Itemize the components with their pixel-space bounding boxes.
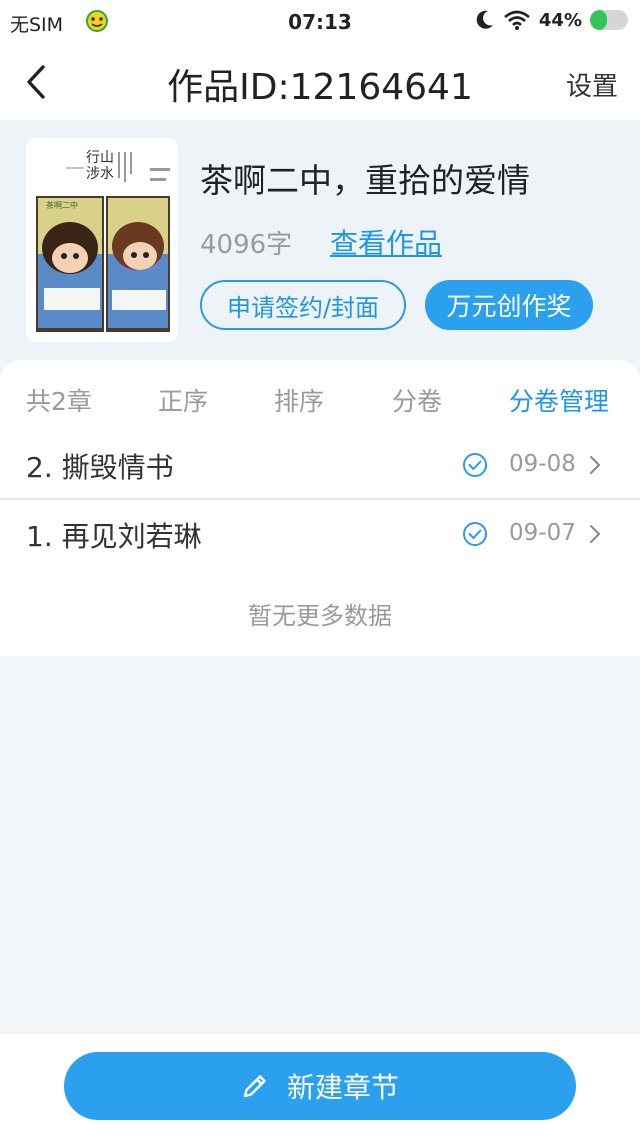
- chapter-row[interactable]: 1. 再见刘若琳 09-07: [0, 501, 640, 567]
- status-icons: 44%: [475, 9, 628, 31]
- chapter-panel: 共2章 正序 排序 分卷 分卷管理 2. 撕毁情书 09-08 1. 再见刘若琳…: [0, 360, 640, 656]
- pencil-icon: [243, 1075, 266, 1098]
- chapter-title: 1. 再见刘若琳: [26, 520, 202, 553]
- row-divider: [0, 498, 640, 500]
- chapter-date: 09-07: [509, 520, 576, 546]
- page-title: 作品ID:12164641: [167, 67, 473, 108]
- cover-panel-label: 茶啊二中: [46, 200, 78, 210]
- status-bar: 无SIM 07:13 44%: [0, 0, 640, 44]
- cover-text-line1: 行山: [86, 150, 114, 166]
- word-count: 4096字: [200, 230, 293, 260]
- chevron-right-icon: [590, 525, 600, 543]
- volume-button[interactable]: 分卷: [392, 382, 442, 418]
- cover-text-line2: 涉水: [86, 166, 114, 182]
- no-more-data-label: 暂无更多数据: [248, 602, 392, 630]
- chapter-toolbar: 共2章 正序 排序 分卷 分卷管理: [0, 360, 640, 436]
- new-chapter-label: 新建章节: [286, 1071, 399, 1104]
- battery-icon: [590, 10, 628, 30]
- new-chapter-button[interactable]: 新建章节: [64, 1052, 576, 1120]
- apply-contract-button[interactable]: 申请签约/封面: [200, 280, 406, 330]
- check-circle-icon: [463, 453, 487, 477]
- creation-award-button[interactable]: 万元创作奖: [425, 280, 593, 330]
- settings-button[interactable]: 设置: [566, 66, 618, 103]
- sort-button[interactable]: 排序: [274, 382, 324, 418]
- view-work-link[interactable]: 查看作品: [330, 222, 442, 262]
- volume-manage-button[interactable]: 分卷管理: [509, 382, 609, 418]
- chapter-date: 09-08: [509, 451, 576, 477]
- book-cover[interactable]: 行山 涉水 茶啊二中: [26, 138, 178, 342]
- work-title: 茶啊二中，重拾的爱情: [200, 161, 530, 200]
- work-info: 行山 涉水 茶啊二中 茶啊二中，重拾的爱情 4096字 查看作品 申请签约/封面…: [0, 120, 640, 360]
- chapter-row[interactable]: 2. 撕毁情书 09-08: [0, 432, 640, 498]
- battery-percent: 44%: [538, 9, 582, 31]
- chapter-count: 共2章: [26, 387, 92, 416]
- check-circle-icon: [463, 522, 487, 546]
- nav-header: 作品ID:12164641 设置: [0, 44, 640, 120]
- chapter-title: 2. 撕毁情书: [26, 451, 174, 484]
- battery-level: [590, 10, 607, 30]
- bottom-bar: 新建章节: [0, 1034, 640, 1138]
- order-toggle[interactable]: 正序: [158, 382, 208, 418]
- cover-illustration: 行山 涉水 茶啊二中: [26, 138, 178, 342]
- chevron-right-icon: [590, 456, 600, 474]
- moon-icon: [476, 10, 493, 29]
- wifi-icon: [504, 10, 530, 30]
